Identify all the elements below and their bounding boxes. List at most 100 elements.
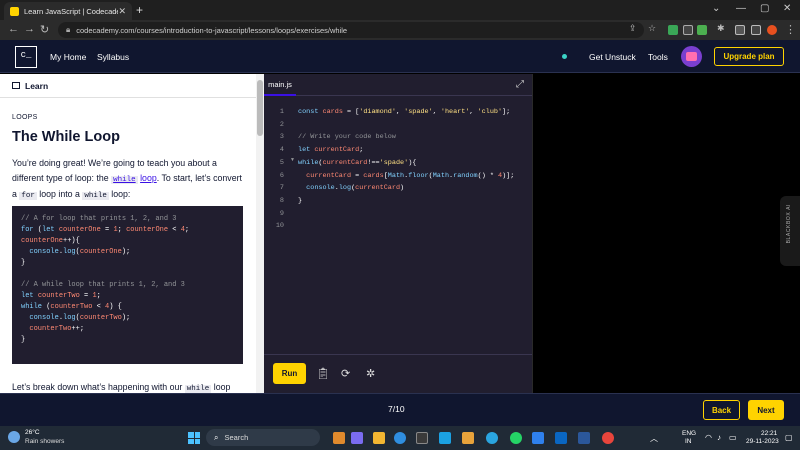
tray-chevron-icon[interactable]: ︿ xyxy=(650,433,658,444)
inline-code: while xyxy=(82,192,109,200)
example-code-block: // A for loop that prints 1, 2, and 3 for… xyxy=(12,206,243,364)
run-button[interactable]: Run xyxy=(273,363,306,384)
page-counter: 7/10 xyxy=(388,404,405,414)
file-tab-main-js[interactable]: main.js xyxy=(264,74,296,96)
reading-list-icon[interactable] xyxy=(751,25,761,35)
upgrade-plan-button[interactable]: Upgrade plan xyxy=(714,47,784,66)
window-close-icon[interactable]: ✕ xyxy=(783,3,791,14)
wifi-icon[interactable]: ◠ xyxy=(705,433,712,442)
nav-syllabus[interactable]: Syllabus xyxy=(97,52,129,62)
code-line[interactable]: } xyxy=(298,195,514,208)
browser-tab-bar: Learn JavaScript | Codecademy ✕ + ⌄ — ▢ … xyxy=(0,0,800,20)
lesson-paragraph: You’re doing great! We’re going to teach… xyxy=(12,156,244,204)
copy-icon[interactable]: 📋︎ xyxy=(316,367,330,380)
browser-tab[interactable]: Learn JavaScript | Codecademy ✕ xyxy=(4,2,132,20)
debug-icon[interactable]: ✲ xyxy=(366,367,375,380)
back-button[interactable]: Back xyxy=(703,400,740,420)
vscode-icon[interactable] xyxy=(532,432,544,444)
clock-date: 29-11-2023 xyxy=(746,438,779,445)
notification-icon[interactable]: ▢ xyxy=(785,433,793,442)
code-line[interactable]: currentCard = cards[Math.floor(Math.rand… xyxy=(298,170,514,183)
folder-icon[interactable] xyxy=(373,432,385,444)
volume-icon[interactable]: ♪ xyxy=(717,433,721,442)
browser-menu-icon[interactable]: ⋮ xyxy=(785,23,796,36)
expand-icon[interactable]: ⤢ xyxy=(516,79,524,90)
telegram-icon[interactable] xyxy=(486,432,498,444)
minimize-icon[interactable]: — xyxy=(736,3,746,14)
next-button[interactable]: Next xyxy=(748,400,784,420)
extension-badge-icon[interactable] xyxy=(697,25,707,35)
code-line[interactable]: console.log(currentCard) xyxy=(298,182,514,195)
back-arrow-icon[interactable]: ← xyxy=(8,23,19,35)
whatsapp-icon[interactable] xyxy=(510,432,522,444)
para-text: loop: xyxy=(108,189,131,199)
teams-icon[interactable] xyxy=(351,432,363,444)
edge-icon[interactable] xyxy=(394,432,406,444)
new-tab-icon[interactable]: + xyxy=(136,3,143,17)
linkedin-icon[interactable] xyxy=(555,432,567,444)
para-text: loop xyxy=(213,382,231,392)
learn-scrollbar[interactable] xyxy=(256,74,264,393)
blackbox-side-tab[interactable]: BLACKBOX AI xyxy=(780,196,800,266)
windows-taskbar: 26°C Rain showers ⌕ Search ︿ ENG IN ◠ ♪ … xyxy=(0,426,800,450)
code-line[interactable]: // Write your code below xyxy=(298,131,514,144)
app-orange-icon[interactable] xyxy=(462,432,474,444)
example-code-line: console.log(counterTwo); xyxy=(29,314,131,322)
example-code-line: // A for loop that prints 1, 2, and 3 xyxy=(21,215,177,223)
scroll-thumb[interactable] xyxy=(257,80,263,136)
tab-search-icon[interactable]: ⌄ xyxy=(712,3,720,14)
extension-n-icon[interactable] xyxy=(683,25,693,35)
while-code-link[interactable]: while xyxy=(111,175,138,184)
clock-time[interactable]: 22:21 xyxy=(761,430,777,437)
extensions-puzzle-icon[interactable]: ✱ xyxy=(717,23,725,34)
code-line[interactable]: const cards = ['diamond', 'spade', 'hear… xyxy=(298,106,514,119)
store-icon[interactable] xyxy=(416,432,428,444)
language-indicator[interactable]: ENG xyxy=(682,430,696,437)
codecademy-logo[interactable]: c_ xyxy=(15,46,37,68)
sidepanel-icon[interactable] xyxy=(735,25,745,35)
close-tab-icon[interactable]: ✕ xyxy=(118,6,126,17)
example-code-line: } xyxy=(21,259,26,267)
extension-green-icon[interactable] xyxy=(668,25,678,35)
bookmark-star-icon[interactable]: ☆ xyxy=(648,23,656,34)
nav-my-home[interactable]: My Home xyxy=(50,52,86,62)
address-bar[interactable]: 🔒︎ codecademy.com/courses/introduction-t… xyxy=(58,22,644,38)
forward-arrow-icon[interactable]: → xyxy=(24,23,35,35)
file-explorer-icon[interactable] xyxy=(333,432,345,444)
browser-tab-title: Learn JavaScript | Codecademy xyxy=(24,6,118,16)
reload-icon[interactable]: ↻ xyxy=(40,23,49,36)
line-number: 2 xyxy=(279,120,284,129)
word-icon[interactable] xyxy=(578,432,590,444)
loop-link[interactable]: loop xyxy=(140,173,157,183)
learn-pane-header: Learn xyxy=(0,74,256,98)
get-unstuck-button[interactable]: Get Unstuck xyxy=(589,52,636,62)
code-line[interactable] xyxy=(298,220,514,233)
example-code-line: counterOne++){ xyxy=(21,237,80,245)
learn-header-label: Learn xyxy=(25,80,49,91)
example-code-line: while (counterTwo < 4) { xyxy=(21,303,122,311)
example-code-line: for (let counterOne = 1; counterOne < 4; xyxy=(21,226,190,234)
code-line[interactable] xyxy=(298,119,514,132)
code-line[interactable]: while(currentCard!=='spade'){ xyxy=(298,157,514,170)
fold-arrow-icon[interactable]: ▼ xyxy=(290,157,295,163)
chrome-icon[interactable] xyxy=(602,432,614,444)
code-area[interactable]: const cards = ['diamond', 'spade', 'hear… xyxy=(298,106,514,233)
maximize-icon[interactable]: ▢ xyxy=(760,3,769,14)
profile-avatar-icon[interactable] xyxy=(767,25,777,35)
reset-icon[interactable]: ⟳ xyxy=(341,367,350,380)
share-icon[interactable]: ⇪ xyxy=(629,23,637,34)
inline-code: for xyxy=(19,192,37,200)
battery-icon[interactable]: ▭ xyxy=(729,433,737,442)
app-icon[interactable] xyxy=(439,432,451,444)
weather-condition: Rain showers xyxy=(25,438,65,445)
file-tab-bar: main.js ⤢ xyxy=(264,74,532,96)
output-pane xyxy=(532,74,800,393)
lesson-kicker: LOOPS xyxy=(12,114,38,121)
tools-button[interactable]: Tools xyxy=(648,52,668,62)
code-line[interactable] xyxy=(298,208,514,221)
code-line[interactable]: let currentCard; xyxy=(298,144,514,157)
taskbar-search[interactable]: ⌕ Search xyxy=(206,429,320,446)
avatar[interactable] xyxy=(681,46,702,67)
search-icon: ⌕ xyxy=(214,432,219,442)
start-menu-icon[interactable] xyxy=(188,432,200,444)
